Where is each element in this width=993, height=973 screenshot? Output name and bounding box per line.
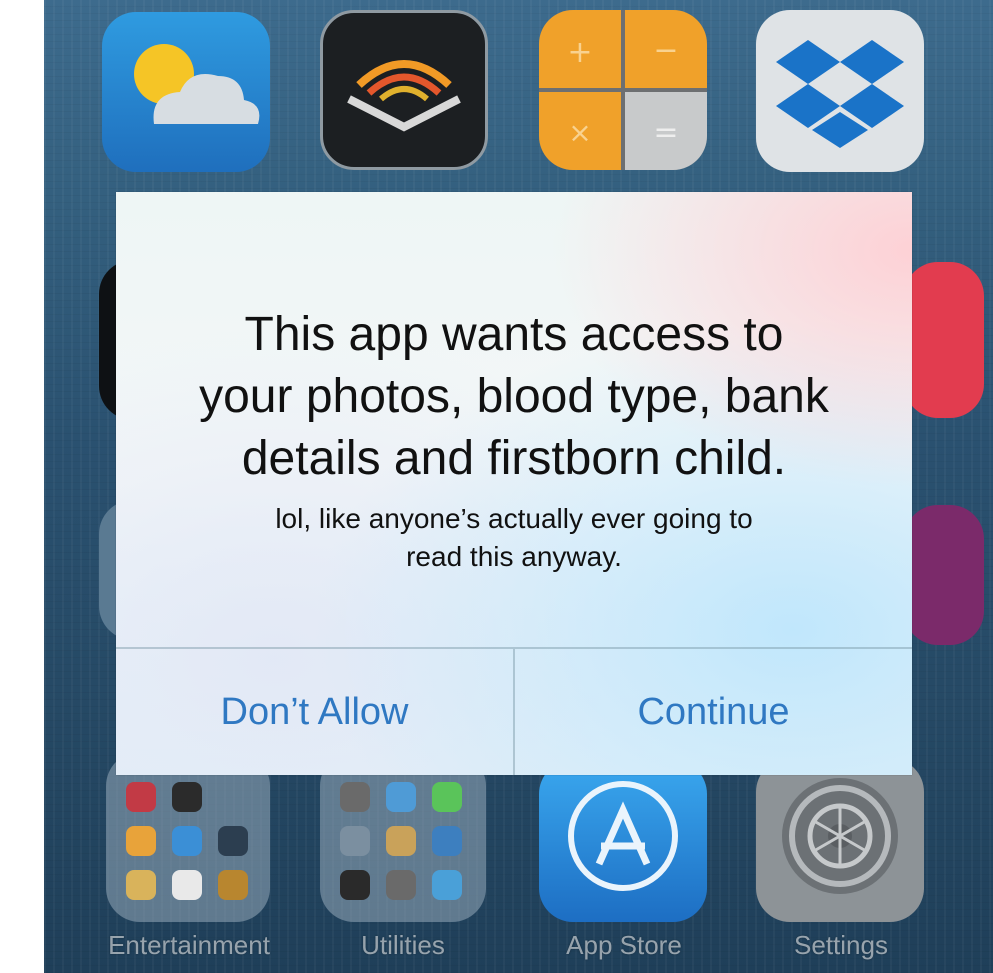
- dropbox-icon[interactable]: [756, 10, 924, 172]
- app-store-label: App Store: [566, 930, 682, 960]
- utilities-folder-icon[interactable]: [320, 752, 486, 922]
- permission-alert-dialog: This app wants access to your photos, bl…: [116, 192, 912, 775]
- svg-text:=: =: [653, 115, 678, 150]
- svg-text:+: +: [567, 35, 592, 70]
- alert-title: This app wants access to your photos, bl…: [116, 304, 912, 490]
- svg-text:−: −: [653, 33, 678, 68]
- dont-allow-button[interactable]: Don’t Allow: [116, 649, 513, 775]
- calculator-icon[interactable]: + − × =: [539, 10, 707, 170]
- dont-allow-label: Don’t Allow: [220, 690, 409, 733]
- svg-text:×: ×: [568, 116, 591, 149]
- app-icon-right[interactable]: [904, 262, 984, 418]
- settings-label: Settings: [794, 930, 888, 960]
- alert-title-text: This app wants access to your photos, bl…: [199, 308, 829, 485]
- app-store-icon[interactable]: [539, 760, 707, 922]
- app-icon-right-2[interactable]: [904, 505, 984, 645]
- entertainment-label: Entertainment: [108, 930, 270, 960]
- continue-label: Continue: [637, 690, 790, 733]
- audible-icon[interactable]: [320, 10, 488, 170]
- alert-message: lol, like anyone’s actually ever going t…: [116, 500, 912, 576]
- entertainment-folder-icon[interactable]: [106, 752, 270, 922]
- weather-icon[interactable]: [102, 12, 270, 172]
- utilities-label: Utilities: [361, 930, 445, 960]
- settings-icon[interactable]: [756, 758, 924, 922]
- alert-message-text: lol, like anyone’s actually ever going t…: [275, 503, 753, 572]
- continue-button[interactable]: Continue: [515, 649, 912, 775]
